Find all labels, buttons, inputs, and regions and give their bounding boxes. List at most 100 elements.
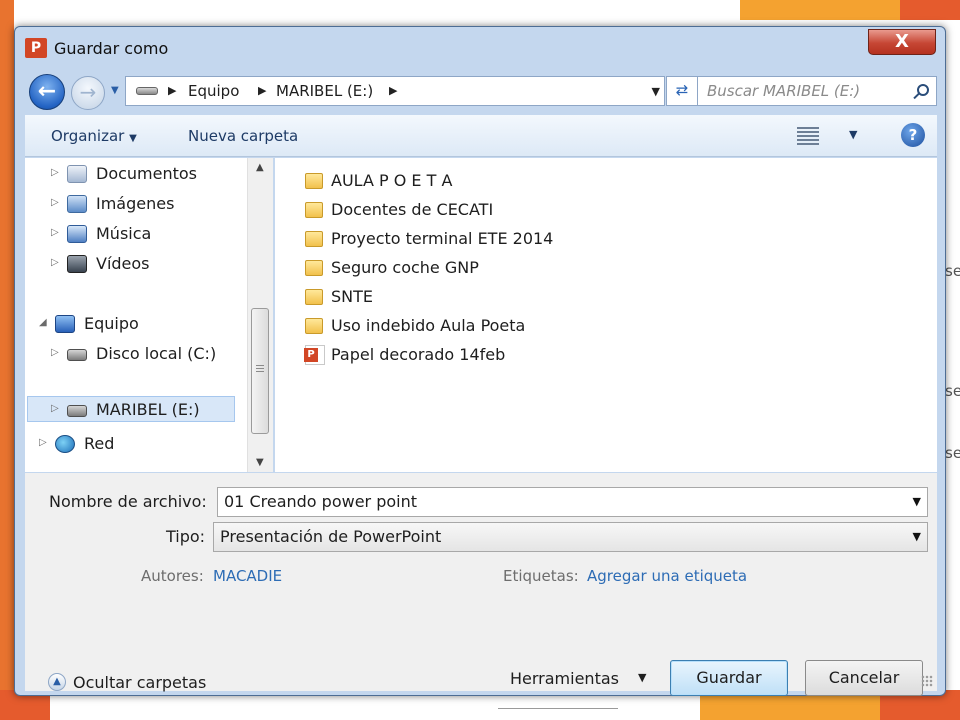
videos-icon xyxy=(67,255,87,273)
local-disk-icon xyxy=(67,349,87,361)
title-bar: P Guardar como X xyxy=(15,27,945,71)
cancel-button[interactable]: Cancelar xyxy=(805,660,923,696)
file-list: AULA P O E T A Docentes de CECATI Proyec… xyxy=(275,158,937,472)
file-name: Seguro coche GNP xyxy=(331,258,479,277)
chevron-down-icon: ▼ xyxy=(129,133,137,144)
help-icon[interactable]: ? xyxy=(901,123,925,147)
file-name: Uso indebido Aula Poeta xyxy=(331,316,526,335)
organize-button[interactable]: Organizar ▼ xyxy=(51,127,137,145)
filename-value: 01 Creando power point xyxy=(224,492,418,511)
folder-icon xyxy=(305,231,323,247)
search-placeholder: Buscar MARIBEL (E:) xyxy=(707,82,861,100)
file-type-value: Presentación de PowerPoint xyxy=(220,527,442,546)
powerpoint-icon: P xyxy=(25,38,47,58)
chevron-down-icon[interactable]: ▼ xyxy=(913,523,921,551)
close-button[interactable]: X xyxy=(868,29,936,55)
expand-arrow-icon[interactable]: ▷ xyxy=(51,257,59,268)
folder-icon xyxy=(305,289,323,305)
music-icon xyxy=(67,225,87,243)
folder-icon xyxy=(305,260,323,276)
sidebar-item-label: Disco local (C:) xyxy=(96,344,217,363)
resize-grip-icon[interactable] xyxy=(921,675,933,687)
filename-label: Nombre de archivo: xyxy=(49,492,207,511)
forward-button[interactable]: → xyxy=(71,76,105,110)
authors-label: Autores: xyxy=(141,567,204,585)
breadcrumb-arrow-icon[interactable]: ▶ xyxy=(389,84,397,97)
network-icon xyxy=(55,435,75,453)
sidebar-item-label: Documentos xyxy=(96,164,198,183)
removable-drive-icon xyxy=(67,405,87,417)
address-dropdown-icon[interactable]: ▼ xyxy=(652,85,660,98)
chevron-down-icon[interactable]: ▼ xyxy=(638,671,646,684)
scroll-down-icon[interactable]: ▼ xyxy=(256,457,264,468)
address-bar[interactable]: ▶ Equipo ▶ MARIBEL (E:) ▶ ▼ xyxy=(125,76,665,106)
add-tag-link[interactable]: Agregar una etiqueta xyxy=(587,567,747,585)
sidebar-item-label: MARIBEL (E:) xyxy=(96,400,200,419)
filename-field[interactable]: 01 Creando power point ▼ xyxy=(217,487,928,517)
powerpoint-file-icon xyxy=(304,345,325,365)
sidebar-item-equipo[interactable]: ◢ Equipo xyxy=(39,311,249,337)
view-options-icon[interactable] xyxy=(797,127,819,145)
folder-icon xyxy=(305,318,323,334)
authors-value[interactable]: MACADIE xyxy=(213,567,282,585)
slide-decoration-top-corner xyxy=(900,0,960,20)
scroll-up-icon[interactable]: ▲ xyxy=(256,162,264,173)
sidebar-item-disco-local[interactable]: ▷ Disco local (C:) xyxy=(39,341,249,367)
slide-divider xyxy=(498,708,618,709)
sidebar-item-maribel[interactable]: ▷ MARIBEL (E:) xyxy=(27,396,235,422)
navigation-scrollbar[interactable]: ▲ ▼ xyxy=(247,158,273,472)
file-type-select[interactable]: Presentación de PowerPoint ▼ xyxy=(213,522,928,552)
sidebar-item-videos[interactable]: ▷ Vídeos xyxy=(39,251,249,277)
sidebar-item-label: Red xyxy=(84,434,115,453)
grip-icon xyxy=(256,365,264,373)
collapse-arrow-icon[interactable]: ◢ xyxy=(39,317,47,328)
refresh-button[interactable]: ⇄ xyxy=(666,76,698,106)
save-button[interactable]: Guardar xyxy=(670,660,788,696)
breadcrumb-maribel[interactable]: MARIBEL (E:) xyxy=(276,82,373,100)
hide-folders-label: Ocultar carpetas xyxy=(73,673,207,692)
navigation-pane: ▷ Documentos ▷ Imágenes ▷ Música ▷ Vídeo… xyxy=(25,158,247,472)
file-type-label: Tipo: xyxy=(166,527,206,546)
slide-decoration-left xyxy=(0,0,14,720)
breadcrumb-arrow-icon[interactable]: ▶ xyxy=(258,84,266,97)
expand-arrow-icon[interactable]: ▷ xyxy=(51,197,59,208)
sidebar-item-imagenes[interactable]: ▷ Imágenes xyxy=(39,191,249,217)
sidebar-item-red[interactable]: ▷ Red xyxy=(39,431,249,457)
file-name: Proyecto terminal ETE 2014 xyxy=(331,229,554,248)
sidebar-item-documentos[interactable]: ▷ Documentos xyxy=(39,161,249,187)
new-folder-button[interactable]: Nueva carpeta xyxy=(188,127,298,145)
file-name: AULA P O E T A xyxy=(331,171,453,190)
file-name: Papel decorado 14feb xyxy=(331,345,506,364)
search-icon xyxy=(917,84,929,96)
breadcrumb-arrow-icon[interactable]: ▶ xyxy=(168,84,176,97)
expand-arrow-icon[interactable]: ▷ xyxy=(39,437,47,448)
pictures-icon xyxy=(67,195,87,213)
expand-arrow-icon[interactable]: ▷ xyxy=(51,403,59,414)
expand-arrow-icon[interactable]: ▷ xyxy=(51,227,59,238)
sidebar-item-label: Vídeos xyxy=(96,254,150,273)
expand-arrow-icon[interactable]: ▷ xyxy=(51,347,59,358)
scrollbar-thumb[interactable] xyxy=(251,308,269,434)
documents-icon xyxy=(67,165,87,183)
save-as-dialog: P Guardar como X ← → ▼ ▶ Equipo ▶ MARIBE… xyxy=(14,26,946,696)
tags-label: Etiquetas: xyxy=(503,567,579,585)
expand-arrow-icon[interactable]: ▷ xyxy=(51,167,59,178)
background-text: se xyxy=(945,444,960,462)
breadcrumb-equipo[interactable]: Equipo xyxy=(188,82,239,100)
chevron-down-icon[interactable]: ▼ xyxy=(913,488,921,516)
sidebar-item-label: Imágenes xyxy=(96,194,175,213)
search-input[interactable]: Buscar MARIBEL (E:) xyxy=(697,76,937,106)
sidebar-item-label: Equipo xyxy=(84,314,139,333)
sidebar-item-musica[interactable]: ▷ Música xyxy=(39,221,249,247)
folder-icon xyxy=(305,202,323,218)
recent-pages-chevron-icon[interactable]: ▼ xyxy=(111,85,119,96)
dialog-title: Guardar como xyxy=(54,39,169,58)
tools-button[interactable]: Herramientas xyxy=(510,669,619,688)
folder-icon xyxy=(305,173,323,189)
collapse-up-icon: ▲ xyxy=(48,673,66,691)
chevron-down-icon[interactable]: ▼ xyxy=(849,128,857,141)
back-button[interactable]: ← xyxy=(29,74,65,110)
drive-icon xyxy=(136,87,158,95)
sidebar-item-label: Música xyxy=(96,224,152,243)
background-text: se xyxy=(945,382,960,400)
